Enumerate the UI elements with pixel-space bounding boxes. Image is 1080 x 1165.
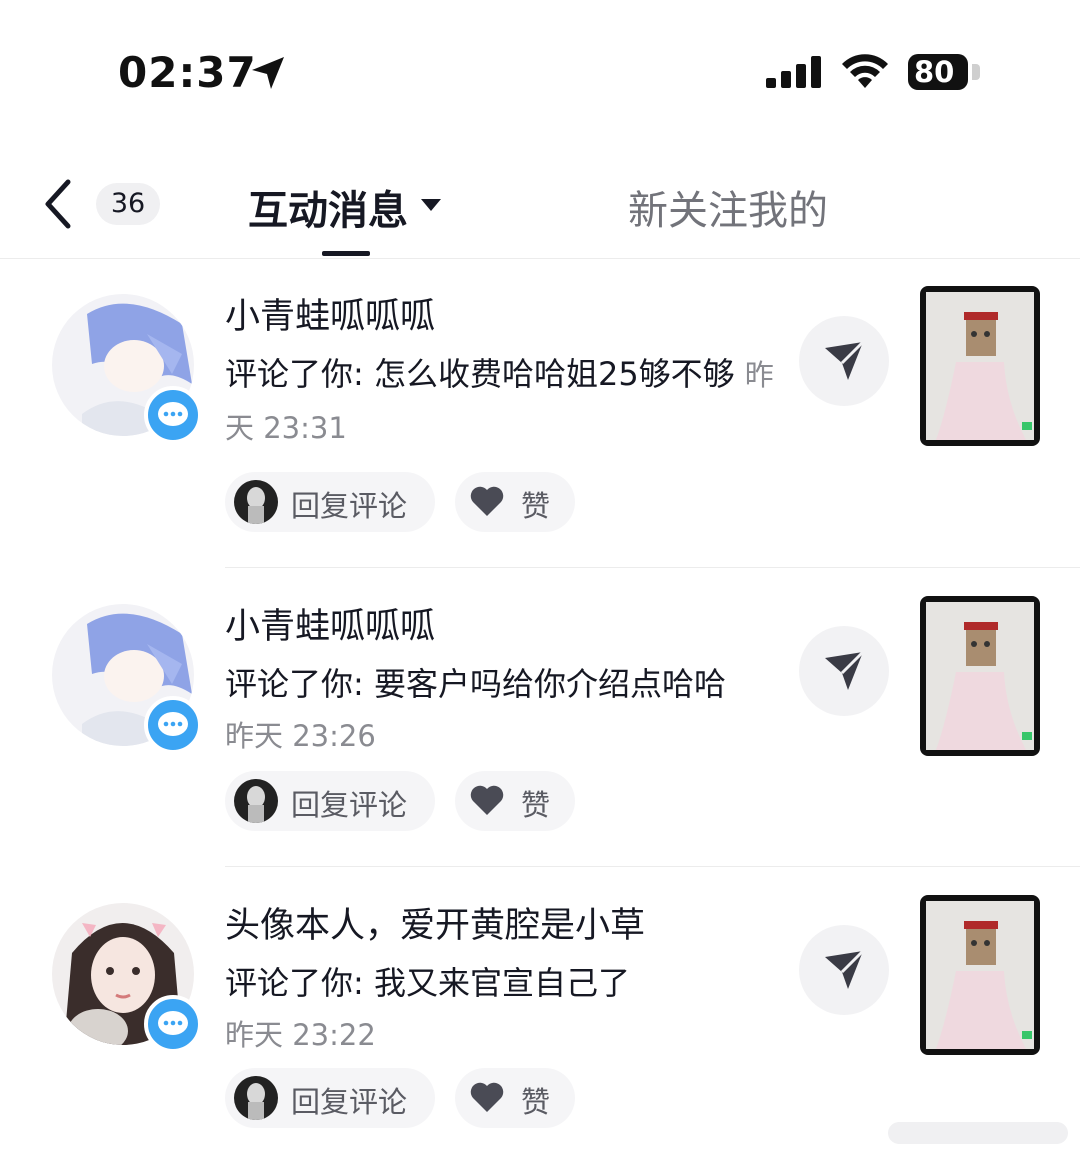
message-item[interactable]: 小青蛙呱呱呱 评论了你: 要客户吗给你介绍点哈哈昨天 23:26 回复评论 赞 — [0, 568, 1080, 866]
like-button[interactable]: 赞 — [455, 1068, 575, 1128]
video-thumbnail[interactable] — [920, 596, 1040, 756]
my-avatar — [234, 1076, 278, 1120]
active-tab-indicator — [322, 251, 370, 256]
like-label: 赞 — [521, 788, 551, 822]
unread-count-badge: 36 — [96, 183, 160, 225]
comment-body: 评论了你: 我又来官宣自己了 — [225, 964, 630, 1002]
comment-actions: 回复评论 赞 — [225, 1068, 585, 1128]
comment-badge — [144, 386, 202, 444]
comment-actions: 回复评论 赞 — [225, 771, 585, 831]
heart-icon — [470, 486, 504, 516]
battery-indicator: 80 — [908, 54, 968, 90]
reply-label: 回复评论 — [291, 788, 408, 822]
comment-text: 评论了你: 要客户吗给你介绍点哈哈昨天 23:26 — [225, 658, 775, 762]
heart-icon — [470, 785, 504, 815]
tab-interactions[interactable]: 互动消息 — [248, 178, 408, 236]
reply-button[interactable]: 回复评论 — [225, 472, 435, 532]
comment-text: 评论了你: 怎么收费哈哈姐25够不够 昨天 23:31 — [225, 348, 775, 454]
location-arrow-icon — [252, 57, 284, 89]
like-label: 赞 — [521, 1085, 551, 1119]
video-thumbnail[interactable] — [920, 286, 1040, 446]
reply-label: 回复评论 — [291, 489, 408, 523]
like-label: 赞 — [521, 489, 551, 523]
reply-button[interactable]: 回复评论 — [225, 1068, 435, 1128]
my-avatar — [234, 480, 278, 524]
wifi-icon — [842, 54, 888, 88]
send-icon — [825, 949, 865, 989]
reply-button[interactable]: 回复评论 — [225, 771, 435, 831]
comment-badge — [144, 696, 202, 754]
share-button[interactable] — [799, 626, 889, 716]
comment-body: 评论了你: 要客户吗给你介绍点哈哈 — [225, 665, 726, 703]
video-thumbnail[interactable] — [920, 895, 1040, 1055]
nav-header: 36 互动消息 新关注我的 — [0, 140, 1080, 259]
timestamp: 昨天 23:26 — [225, 719, 376, 753]
back-chevron-icon[interactable] — [40, 178, 74, 230]
tab-new-followers[interactable]: 新关注我的 — [628, 178, 828, 236]
watermark-bar — [888, 1122, 1068, 1144]
send-icon — [825, 340, 865, 380]
share-button[interactable] — [799, 316, 889, 406]
like-button[interactable]: 赞 — [455, 771, 575, 831]
comment-body: 评论了你: 怎么收费哈哈姐25够不够 — [225, 355, 735, 393]
status-time: 02:37 — [118, 48, 257, 97]
signal-icon — [766, 56, 821, 88]
timestamp: 昨天 23:22 — [225, 1018, 376, 1052]
heart-icon — [470, 1082, 504, 1112]
comment-badge — [144, 995, 202, 1053]
sender-name[interactable]: 头像本人，爱开黄腔是小草 — [225, 897, 645, 948]
comment-bubble-icon — [158, 1011, 188, 1035]
caret-down-icon[interactable] — [420, 198, 442, 212]
comment-bubble-icon — [158, 712, 188, 736]
comment-actions: 回复评论 赞 — [225, 472, 585, 532]
like-button[interactable]: 赞 — [455, 472, 575, 532]
comment-text: 评论了你: 我又来官宣自己了昨天 23:22 — [225, 957, 775, 1061]
send-icon — [825, 650, 865, 690]
share-button[interactable] — [799, 925, 889, 1015]
reply-label: 回复评论 — [291, 1085, 408, 1119]
battery-tip — [972, 64, 980, 80]
status-bar: 02:37 80 — [0, 0, 1080, 140]
comment-bubble-icon — [158, 402, 188, 426]
my-avatar — [234, 779, 278, 823]
battery-level: 80 — [914, 55, 955, 89]
sender-name[interactable]: 小青蛙呱呱呱 — [225, 288, 435, 339]
sender-name[interactable]: 小青蛙呱呱呱 — [225, 598, 435, 649]
message-item[interactable]: 小青蛙呱呱呱 评论了你: 怎么收费哈哈姐25够不够 昨天 23:31 回复评论 赞 — [0, 258, 1080, 556]
